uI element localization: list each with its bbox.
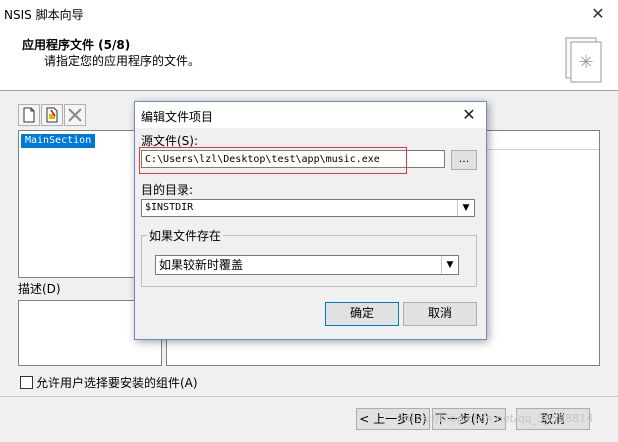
svg-text:✳: ✳ [578, 52, 593, 73]
source-file-input[interactable]: C:\Users\lzl\Desktop\test\app\music.exe [141, 150, 445, 168]
dialog-titlebar: 编辑文件项目 ✕ [135, 102, 486, 128]
new-file-icon[interactable] [18, 104, 40, 126]
ok-button[interactable]: 确定 [325, 302, 399, 326]
chevron-down-icon[interactable]: ▼ [441, 256, 458, 274]
page-title: 应用程序文件 (5/8) [22, 38, 131, 52]
package-icon: ✳ [565, 37, 602, 83]
footer-divider [0, 396, 618, 397]
file-exists-group-label: 如果文件存在 [147, 227, 224, 244]
wizard-header: 应用程序文件 (5/8) 请指定您的应用程序的文件。 ✳ [0, 28, 618, 91]
close-icon[interactable]: ✕ [588, 4, 608, 24]
chevron-down-icon[interactable]: ▼ [457, 200, 474, 216]
destination-label: 目的目录: [141, 183, 194, 197]
window-titlebar: NSIS 脚本向导 ✕ [0, 0, 618, 29]
edit-file-icon[interactable] [41, 104, 63, 126]
delete-icon[interactable] [64, 104, 86, 126]
watermark: https://blog.csdn.net/qq_36588814 [400, 412, 594, 425]
destination-value: $INSTDIR [145, 202, 194, 213]
page-subtitle: 请指定您的应用程序的文件。 [44, 54, 201, 68]
section-item-main[interactable]: MainSection [21, 134, 96, 148]
file-exists-value: 如果较新时覆盖 [159, 258, 244, 272]
description-label: 描述(D) [18, 282, 61, 296]
edit-file-dialog: 编辑文件项目 ✕ 源文件(S): C:\Users\lzl\Desktop\te… [134, 101, 487, 340]
dialog-title: 编辑文件项目 [141, 110, 214, 124]
dialog-close-icon[interactable]: ✕ [459, 105, 479, 125]
file-exists-select[interactable]: 如果较新时覆盖 ▼ [155, 255, 459, 275]
browse-button[interactable]: ... [451, 150, 477, 170]
allow-components-label[interactable]: 允许用户选择要安装的组件(A) [36, 374, 198, 391]
dialog-cancel-button[interactable]: 取消 [403, 302, 477, 326]
source-file-label: 源文件(S): [141, 134, 199, 148]
window-title: NSIS 脚本向导 [4, 8, 84, 22]
allow-components-checkbox[interactable] [20, 376, 33, 389]
destination-select[interactable]: $INSTDIR ▼ [141, 199, 475, 217]
